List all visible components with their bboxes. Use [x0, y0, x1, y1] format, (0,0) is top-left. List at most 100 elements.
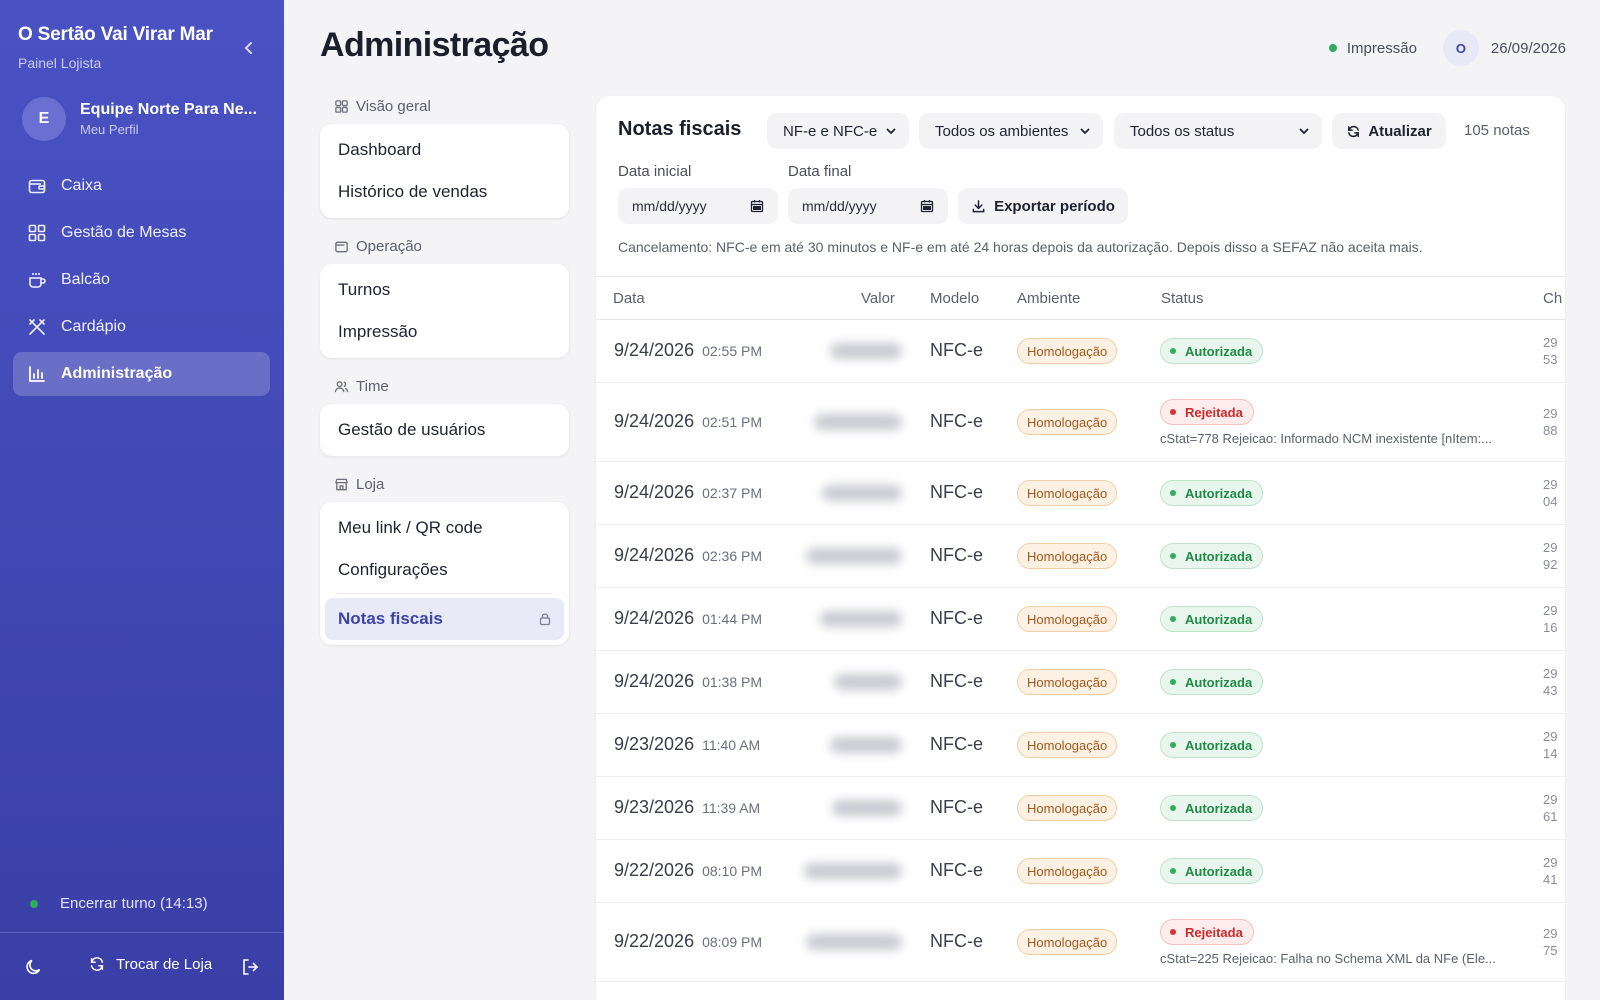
subnav-item-turnos[interactable]: Turnos — [325, 269, 564, 311]
status-badge: Autorizada — [1160, 795, 1264, 821]
subnav-item-qrcode[interactable]: Meu link / QR code — [325, 507, 564, 549]
access-key-line: 41 — [1543, 872, 1558, 887]
subnav-item-impressao[interactable]: Impressão — [325, 311, 564, 353]
notes-count: 105 notas — [1464, 122, 1530, 139]
nav-label: Caixa — [61, 177, 102, 194]
logout-button[interactable] — [240, 957, 260, 977]
table-row[interactable]: 9/24/2026 02:51 PM NFC-e Homologação Rejeita… — [596, 383, 1565, 462]
status-label: Autorizada — [1185, 863, 1253, 879]
blurred-value — [830, 343, 902, 359]
end-shift-button[interactable]: Encerrar turno (14:13) — [30, 895, 208, 912]
cancellation-notice: Cancelamento: NFC-e em até 30 minutos e … — [618, 239, 1423, 255]
status-label: Autorizada — [1185, 548, 1253, 564]
subnav-item-historico[interactable]: Histórico de vendas — [325, 171, 564, 213]
subnav-item-dashboard[interactable]: Dashboard — [325, 129, 564, 171]
blurred-value — [820, 611, 902, 627]
refresh-button[interactable]: Atualizar — [1332, 113, 1446, 149]
rejection-reason: cStat=778 Rejeicao: Informado NCM inexis… — [1160, 431, 1493, 446]
row-time: 02:36 PM — [702, 548, 763, 564]
shift-status-dot — [30, 899, 38, 908]
sidebar-footer: Trocar de Loja — [0, 932, 284, 1000]
row-access-key: 29 88 — [1543, 405, 1557, 439]
subnav-item-usuarios[interactable]: Gestão de usuários — [325, 409, 564, 451]
row-access-key: 29 43 — [1543, 665, 1557, 699]
table-row[interactable]: 9/22/2026 08:09 PM NFC-e Homologação Rejeita… — [596, 903, 1565, 982]
row-date: 9/24/2026 01:38 PM — [614, 671, 762, 692]
start-date-input[interactable]: mm/dd/yyyy — [618, 188, 778, 224]
environment-filter-select[interactable]: Todos os ambientes — [919, 113, 1103, 149]
subnav-item-configuracoes[interactable]: Configurações — [325, 549, 564, 591]
status-badge: Rejeitada — [1160, 919, 1254, 945]
calendar-icon[interactable] — [750, 199, 764, 213]
status-filter-select[interactable]: Todos os status — [1114, 113, 1322, 149]
table-row[interactable]: 9/24/2026 02:36 PM NFC-e Homologação Autoriz… — [596, 525, 1565, 588]
nav-item-mesas[interactable]: Gestão de Mesas — [13, 211, 270, 255]
nav-label: Cardápio — [61, 318, 126, 335]
user-avatar[interactable]: O — [1442, 30, 1479, 66]
switch-store-button[interactable]: Trocar de Loja — [88, 955, 212, 973]
admin-subnav: Visão geral Dashboard Histórico de venda… — [320, 92, 569, 659]
table-row[interactable]: 9/24/2026 01:38 PM NFC-e Homologação Autoriz… — [596, 651, 1565, 714]
row-model: NFC-e — [930, 931, 983, 951]
row-date: 9/22/2026 08:10 PM — [614, 860, 762, 881]
nav-item-balcao[interactable]: Balcão — [13, 258, 270, 302]
row-model: NFC-e — [930, 860, 983, 880]
nav-item-caixa[interactable]: Caixa — [13, 164, 270, 208]
blurred-value — [804, 863, 902, 879]
row-access-key: 29 41 — [1543, 854, 1557, 888]
refresh-label: Atualizar — [1368, 122, 1432, 140]
status-dot — [1170, 616, 1176, 622]
status-badge: Autorizada — [1160, 606, 1264, 632]
table-row[interactable]: 9/24/2026 02:37 PM NFC-e Homologação Autoriz… — [596, 462, 1565, 525]
utensils-icon — [29, 319, 45, 335]
row-date-value: 9/24/2026 — [614, 411, 695, 431]
table-row[interactable]: 9/24/2026 02:55 PM NFC-e Homologação Autoriz… — [596, 320, 1565, 383]
nav-label: Administração — [61, 365, 173, 382]
access-key-line: 29 — [1543, 792, 1558, 807]
row-date: 9/23/2026 11:40 AM — [614, 734, 760, 755]
section-label: Visão geral — [356, 97, 431, 115]
environment-badge: Homologação — [1017, 732, 1118, 758]
export-label: Exportar período — [994, 197, 1115, 215]
row-time: 02:55 PM — [702, 343, 763, 359]
column-header-value: Valor — [861, 290, 895, 307]
chevron-down-icon — [886, 128, 896, 135]
end-date-input[interactable]: mm/dd/yyyy — [788, 188, 948, 224]
subnav-item-notas-fiscais[interactable]: Notas fiscais — [325, 598, 564, 640]
printer-status[interactable]: Impressão — [1328, 40, 1417, 57]
access-key-line: 29 — [1543, 926, 1558, 941]
column-header-model: Modelo — [930, 290, 980, 307]
row-date-value: 9/24/2026 — [614, 340, 695, 360]
access-key-line: 29 — [1543, 603, 1558, 618]
status-label: Autorizada — [1185, 674, 1253, 690]
section-card: Gestão de usuários — [320, 404, 569, 456]
table-row[interactable]: 9/22/2026 08:10 PM NFC-e Homologação Autoriz… — [596, 840, 1565, 903]
nav-item-cardapio[interactable]: Cardápio — [13, 305, 270, 349]
table-row[interactable]: 9/23/2026 11:39 AM NFC-e Homologação Autoriz… — [596, 777, 1565, 840]
status-badge: Autorizada — [1160, 669, 1264, 695]
access-key-line: 29 — [1543, 855, 1558, 870]
row-date: 9/24/2026 02:51 PM — [614, 411, 762, 432]
status-dot — [1170, 805, 1176, 811]
store-name: O Sertão Vai Virar Mar — [18, 24, 213, 45]
calendar-icon[interactable] — [920, 199, 934, 213]
column-header-status: Status — [1161, 290, 1204, 307]
profile-link[interactable]: E Equipe Norte Para Ne... Meu Perfil — [22, 96, 272, 142]
status-dot — [1170, 679, 1176, 685]
wallet-icon — [28, 179, 46, 194]
model-filter-select[interactable]: NF-e e NFC-e — [767, 113, 909, 149]
collapse-sidebar-button[interactable] — [239, 38, 259, 58]
users-icon — [334, 380, 349, 392]
access-key-line: 61 — [1543, 809, 1558, 824]
export-period-button[interactable]: Exportar período — [958, 188, 1128, 224]
current-date: 26/09/2026 — [1490, 39, 1566, 57]
table-row[interactable]: 9/24/2026 01:44 PM NFC-e Homologação Autoriz… — [596, 588, 1565, 651]
row-value-redacted — [800, 930, 910, 954]
table-row[interactable]: 9/23/2026 11:40 AM NFC-e Homologação Autoriz… — [596, 714, 1565, 777]
avatar: E — [22, 97, 66, 141]
theme-toggle[interactable] — [24, 957, 44, 977]
row-time: 11:39 AM — [702, 800, 761, 816]
nav-item-administracao[interactable]: Administração — [13, 352, 270, 396]
section-time: Time — [320, 372, 569, 400]
status-badge: Autorizada — [1160, 480, 1264, 506]
